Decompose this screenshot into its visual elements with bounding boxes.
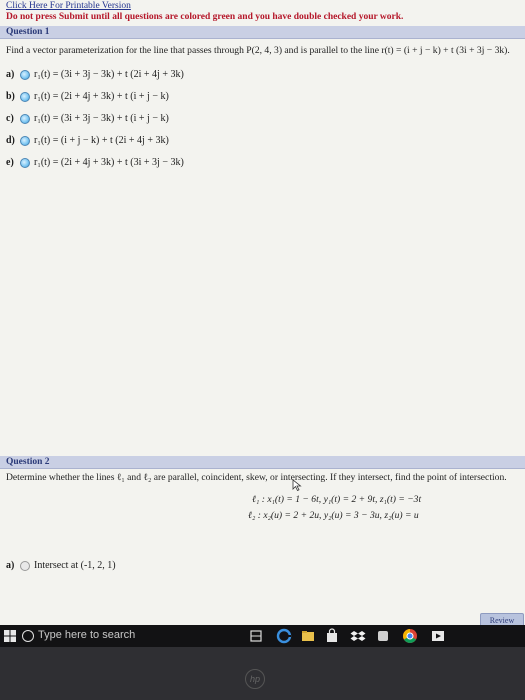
option-e[interactable]: e) r₁(t) = (2i + 4j + 3k) + t (3i + 3j −… <box>6 157 184 168</box>
option-text: r₁(t) = (i + j − k) + t (2i + 4j + 3k) <box>34 135 169 146</box>
question-2-prompt: Determine whether the lines ℓ₁ and ℓ₂ ar… <box>6 472 507 483</box>
option-text: r₁(t) = (2i + 4j + 3k) + t (i + j − k) <box>34 91 169 102</box>
question-1-prompt: Find a vector parameterization for the l… <box>6 45 510 56</box>
option-a[interactable]: a) r₁(t) = (3i + 3j − 3k) + t (2i + 4j +… <box>6 69 184 80</box>
option-text: r₁(t) = (3i + 3j − 3k) + t (2i + 4j + 3k… <box>34 69 184 80</box>
search-icon[interactable] <box>22 630 34 642</box>
line-1-equation: ℓ₁ : x₁(t) = 1 − 6t, y₁(t) = 2 + 9t, z₁(… <box>252 494 422 505</box>
option-letter: b) <box>6 91 15 102</box>
option-letter: e) <box>6 157 14 168</box>
option-letter: d) <box>6 135 15 146</box>
browser-viewport: Click Here For Printable Version Do not … <box>0 0 525 625</box>
option-letter: a) <box>6 560 15 571</box>
option-text: r₁(t) = (3i + 3j − 3k) + t (i + j − k) <box>34 113 169 124</box>
option-d[interactable]: d) r₁(t) = (i + j − k) + t (2i + 4j + 3k… <box>6 135 169 146</box>
option-text: r₁(t) = (2i + 4j + 3k) + t (3i + 3j − 3k… <box>34 157 184 168</box>
hp-logo: hp <box>245 669 265 689</box>
radio-button[interactable] <box>20 135 30 146</box>
submit-warning: Do not press Submit until all questions … <box>6 12 404 22</box>
option-b[interactable]: b) r₁(t) = (2i + 4j + 3k) + t (i + j − k… <box>6 91 169 102</box>
taskbar: Type here to search <box>0 625 525 647</box>
mouse-cursor-icon <box>292 479 302 491</box>
edge-icon[interactable] <box>276 628 292 644</box>
store-icon[interactable] <box>324 628 340 644</box>
windows-start-icon[interactable] <box>2 628 18 644</box>
option-c[interactable]: c) r₁(t) = (3i + 3j − 3k) + t (i + j − k… <box>6 113 169 124</box>
file-explorer-icon[interactable] <box>300 628 316 644</box>
question-2-header: Question 2 <box>0 456 525 469</box>
review-button[interactable]: Review <box>480 613 524 625</box>
radio-button[interactable] <box>20 157 30 168</box>
option-letter: a) <box>6 69 15 80</box>
printable-version-link[interactable]: Click Here For Printable Version <box>6 1 131 11</box>
option-text: Intersect at (-1, 2, 1) <box>34 560 116 571</box>
line-2-equation: ℓ₂ : x₂(u) = 2 + 2u, y₂(u) = 3 − 3u, z₂(… <box>248 510 419 521</box>
radio-button[interactable] <box>20 91 30 102</box>
radio-button[interactable] <box>20 560 30 571</box>
radio-button[interactable] <box>20 69 30 80</box>
question-1-header: Question 1 <box>0 26 525 39</box>
taskbar-search-box[interactable]: Type here to search <box>38 629 135 641</box>
media-icon[interactable] <box>430 628 446 644</box>
dropbox-icon[interactable] <box>350 628 366 644</box>
chrome-icon[interactable] <box>402 628 418 644</box>
app-icon[interactable] <box>375 628 391 644</box>
question-2-option-a[interactable]: a) Intersect at (-1, 2, 1) <box>6 560 116 571</box>
radio-button[interactable] <box>20 113 30 124</box>
task-view-icon[interactable] <box>248 628 264 644</box>
option-letter: c) <box>6 113 14 124</box>
